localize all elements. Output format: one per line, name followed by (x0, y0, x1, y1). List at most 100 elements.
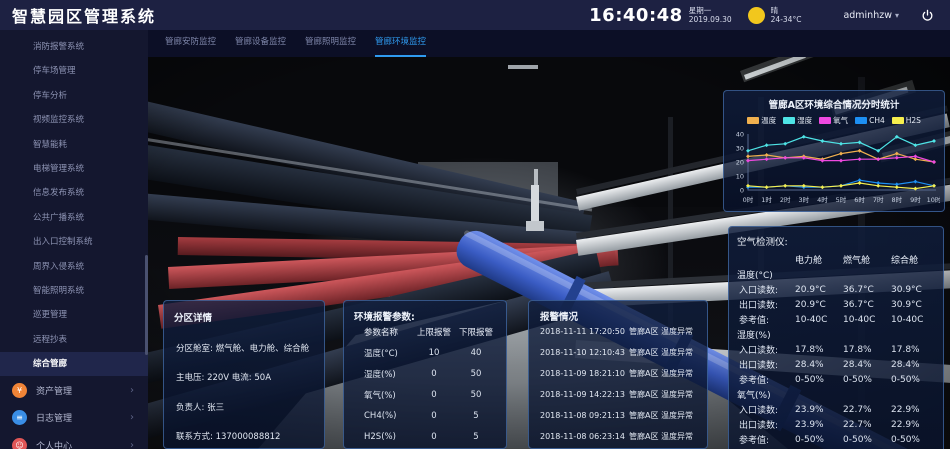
sidebar-scrollbar[interactable] (145, 255, 148, 355)
alarm-text: 管廊A区 温度异常 (629, 431, 693, 442)
svg-text:7时: 7时 (873, 195, 884, 204)
sidebar-group-profile[interactable]: ☺ 个人中心 › (0, 431, 148, 449)
alarm-text: 管廊A区 温度异常 (629, 326, 693, 337)
svg-text:0时: 0时 (743, 195, 754, 204)
legend-label: 氧气 (833, 115, 848, 126)
air-cell: 17.8% (891, 345, 939, 355)
svg-text:30: 30 (736, 144, 744, 152)
air-row-label: 出口读数: (735, 298, 795, 311)
col-header: 下限报警 (454, 326, 498, 338)
alarm-time: 2018-11-09 14:22:13 (540, 390, 625, 399)
sidebar-item[interactable]: 停车场管理 (0, 59, 148, 83)
legend-swatch (747, 117, 759, 124)
weather-condition: 晴 (771, 6, 802, 15)
sidebar-item[interactable]: 消防报警系统 (0, 35, 148, 59)
air-cell: 36.7°C (843, 300, 891, 310)
zone-detail-row: 联系方式: 137000088812 (174, 430, 314, 442)
air-row-label: 参考值: (735, 373, 795, 386)
air-cell: 0-50% (795, 435, 843, 445)
date-label: 2019.09.30 (689, 15, 732, 24)
param-name: H2S(%) (350, 432, 414, 442)
env-line-chart: 0102030400时1时2时3时4时5时6时7时8时9时10时 (728, 128, 940, 212)
sidebar-item[interactable]: 信息发布系统 (0, 181, 148, 205)
air-table-row: 参考值: 0-50% 0-50% 0-50% (735, 372, 937, 387)
air-cell: 30.9°C (891, 285, 939, 295)
air-col-header: 燃气舱 (843, 253, 891, 266)
param-name: 温度(°C) (350, 347, 414, 359)
zone-detail-row: 主电压: 220V 电流: 50A (174, 371, 314, 383)
sidebar-item[interactable]: 巡更管理 (0, 303, 148, 327)
param-lower: 40 (454, 348, 498, 358)
sidebar-group-assets[interactable]: ¥ 资产管理 › (0, 376, 148, 404)
tab-lighting-monitor[interactable]: 管廊照明监控 (305, 30, 356, 57)
sidebar-item[interactable]: 停车分析 (0, 84, 148, 108)
sidebar-item[interactable]: 远程抄表 (0, 328, 148, 352)
tab-security-monitor[interactable]: 管廊安防监控 (165, 30, 216, 57)
air-cell: 20.9°C (795, 285, 843, 295)
air-table-row: 出口读数: 20.9°C 36.7°C 30.9°C (735, 297, 937, 312)
legend-swatch (855, 117, 867, 124)
sidebar-group-logs[interactable]: ≡ 日志管理 › (0, 404, 148, 432)
power-button[interactable] (921, 9, 934, 22)
param-lower: 5 (454, 411, 498, 421)
alarm-time: 2018-11-11 17:20:50 (540, 327, 625, 336)
legend-swatch (783, 117, 795, 124)
air-table-header: 电力舱 燃气舱 综合舱 (735, 252, 937, 267)
legend-item: 湿度 (783, 115, 812, 126)
tab-environment-monitor[interactable]: 管廊环境监控 (375, 30, 426, 57)
svg-text:20: 20 (736, 158, 744, 166)
air-table-row: 入口读数: 23.9% 22.7% 22.9% (735, 402, 937, 417)
alarm-params-header: 参数名称 上限报警 下限报警 (350, 321, 500, 342)
air-col-header: 电力舱 (795, 253, 843, 266)
clock: 16:40:48 (589, 5, 683, 26)
air-cell: 23.9% (795, 420, 843, 430)
sidebar-item[interactable]: 智能照明系统 (0, 279, 148, 303)
alarm-params-row: CH4(%) 0 5 (350, 405, 500, 426)
alarm-list-item: 2018-11-09 18:21:10 管廊A区 温度异常 (540, 363, 703, 384)
sidebar-item[interactable]: 电梯管理系统 (0, 157, 148, 181)
sidebar-item[interactable]: 出入口控制系统 (0, 230, 148, 254)
alarm-list-item: 2018-11-08 06:23:14 管廊A区 温度异常 (540, 426, 703, 447)
air-cell: 0-50% (843, 435, 891, 445)
zone-detail-row: 负责人: 张三 (174, 401, 314, 413)
param-upper: 10 (414, 348, 454, 358)
alarm-list-title: 报警情况 (540, 309, 703, 321)
date-block: 星期一 2019.09.30 (689, 6, 732, 24)
air-section-row: 氧气(%) (735, 387, 937, 402)
air-table-row: 参考值: 0-50% 0-50% 0-50% (735, 432, 937, 447)
chart-title: 管廊A区环境综合情况分时统计 (728, 97, 940, 111)
air-cell: 0-50% (795, 375, 843, 385)
alarm-list-item: 2018-11-09 14:22:13 管廊A区 温度异常 (540, 384, 703, 405)
air-monitor-title: 空气检测仪: (735, 234, 937, 248)
sidebar-item[interactable]: 公共广播系统 (0, 206, 148, 230)
param-name: 氧气(%) (350, 389, 414, 401)
sidebar-item-integrated-gallery[interactable]: 综合管廊 (0, 352, 148, 376)
user-menu[interactable]: adminhzw ▾ (843, 10, 899, 21)
sidebar-item[interactable]: 视频监控系统 (0, 108, 148, 132)
legend-label: CH4 (869, 116, 885, 125)
sidebar-item[interactable]: 周界入侵系统 (0, 255, 148, 279)
legend-label: 湿度 (797, 115, 812, 126)
alarm-text: 管廊A区 温度异常 (629, 347, 693, 358)
log-icon: ≡ (12, 410, 27, 425)
air-table-row: 出口读数: 28.4% 28.4% 28.4% (735, 357, 937, 372)
alarm-text: 管廊A区 温度异常 (629, 368, 693, 379)
chart-legend: 温度湿度氧气CH4H2S (728, 115, 940, 126)
air-cell: 22.9% (891, 405, 939, 415)
alarm-list-item: 2018-11-08 09:21:13 管廊A区 温度异常 (540, 405, 703, 426)
weather-block: 晴 24-34°C (771, 6, 802, 24)
legend-item: CH4 (855, 116, 885, 125)
chevron-right-icon: › (130, 440, 134, 449)
sidebar-item[interactable]: 智慧能耗 (0, 133, 148, 157)
air-table-row: 出口读数: 23.9% 22.7% 22.9% (735, 417, 937, 432)
legend-item: 氧气 (819, 115, 848, 126)
air-cell: 28.4% (843, 360, 891, 370)
alarm-text: 管廊A区 温度异常 (629, 389, 693, 400)
tab-equipment-monitor[interactable]: 管廊设备监控 (235, 30, 286, 57)
svg-text:10: 10 (736, 172, 744, 180)
air-section-name: 温度(°C) (735, 268, 793, 281)
air-row-label: 参考值: (735, 313, 795, 326)
air-row-label: 出口读数: (735, 358, 795, 371)
air-section-row: 温度(°C) (735, 267, 937, 282)
svg-text:4时: 4时 (817, 195, 828, 204)
